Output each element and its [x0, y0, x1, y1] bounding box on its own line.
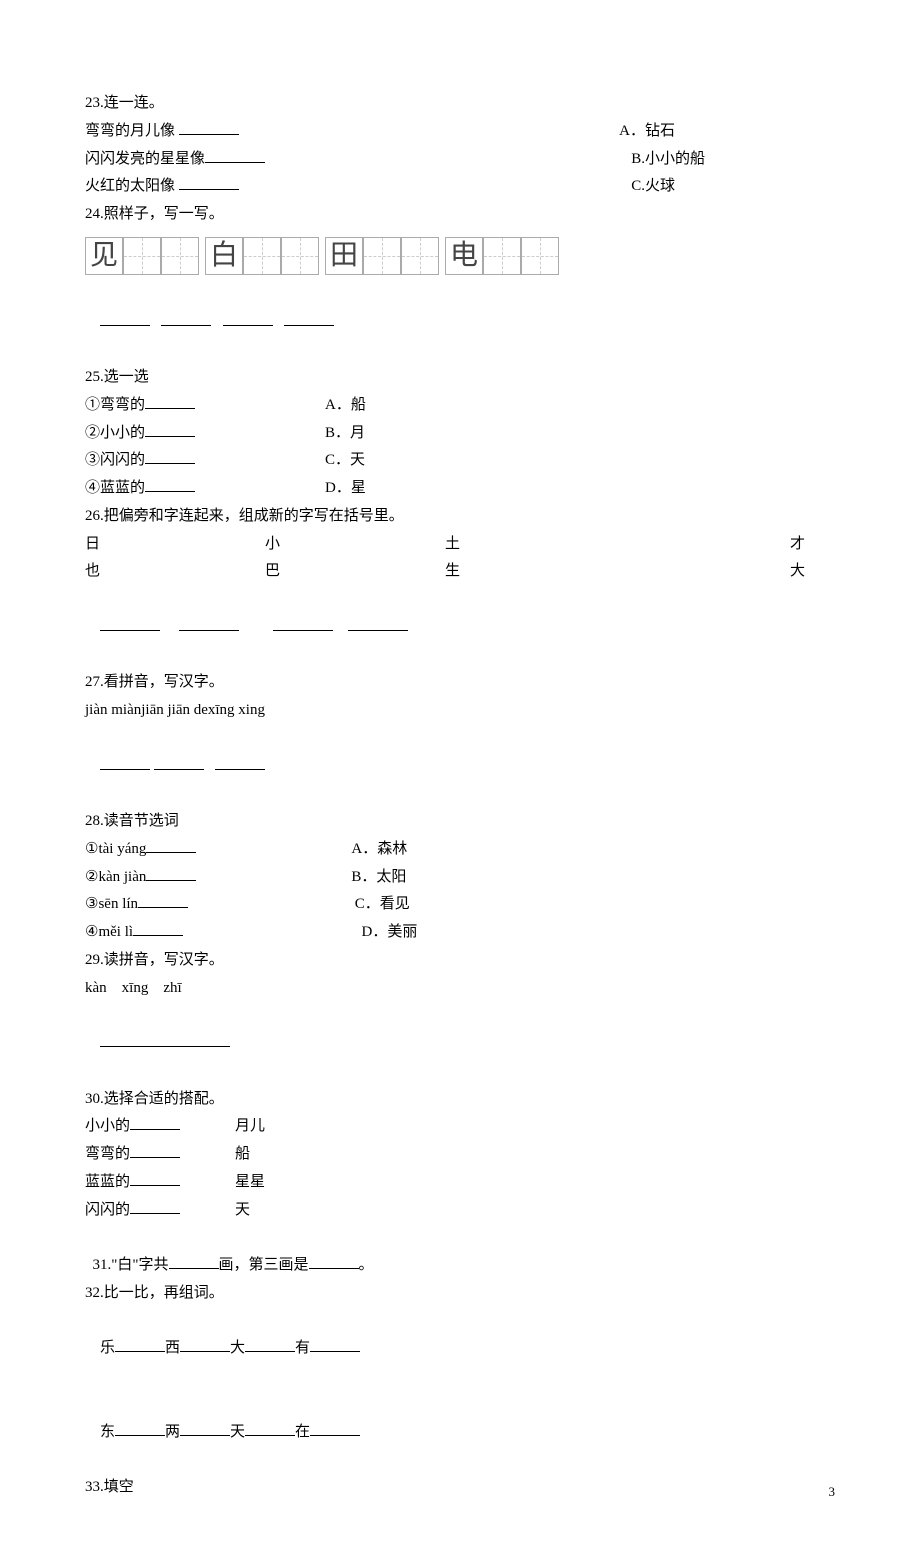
practice-cell[interactable]: [243, 237, 281, 275]
q30: 30.选择合适的搭配。 小小的月儿 弯弯的船 蓝蓝的星星 闪闪的天: [85, 1086, 835, 1225]
q26-title: 26.把偏旁和字连起来，组成新的字写在括号里。: [85, 503, 835, 531]
q23-row-0: 弯弯的月儿像 A．钻石: [85, 118, 835, 146]
q30-item-1: 弯弯的船: [85, 1141, 835, 1169]
q23-left-1: 闪闪发亮的星星像: [85, 146, 265, 174]
q29: 29.读拼音，写汉字。 kàn xīng zhī: [85, 947, 835, 1086]
q25-item-0: ①弯弯的A．船: [85, 392, 835, 420]
q23-row-2: 火红的太阳像 C.火球: [85, 173, 835, 201]
q27: 27.看拼音，写汉字。 jiàn miànjiān jiān dexīng xi…: [85, 669, 835, 808]
q30-item-2: 蓝蓝的星星: [85, 1169, 835, 1197]
q23-row-1: 闪闪发亮的星星像 B.小小的船: [85, 146, 835, 174]
q28: 28.读音节选词 ①tài yángA．森林 ②kàn jiànB．太阳 ③sē…: [85, 808, 835, 947]
q29-title: 29.读拼音，写汉字。: [85, 947, 835, 975]
q26: 26.把偏旁和字连起来，组成新的字写在括号里。 日小土才 也巴生大: [85, 503, 835, 670]
q28-item-3: ④měi lì D．美丽: [85, 919, 835, 947]
practice-cell[interactable]: [521, 237, 559, 275]
q28-title: 28.读音节选词: [85, 808, 835, 836]
practice-cell[interactable]: [483, 237, 521, 275]
q30-item-3: 闪闪的天: [85, 1197, 835, 1225]
q32: 32.比一比，再组词。 乐西大有 东两天在: [85, 1280, 835, 1474]
q26-row2: 也巴生大: [85, 558, 835, 586]
q23-right-2: C.火球: [631, 173, 835, 201]
q24-blanks: [85, 281, 835, 364]
q24: 24.照样子，写一写。 见 白 田 电: [85, 201, 835, 364]
practice-cell[interactable]: [401, 237, 439, 275]
q23-title: 23.连一连。: [85, 90, 835, 118]
q30-title: 30.选择合适的搭配。: [85, 1086, 835, 1114]
q27-pinyin: jiàn miànjiān jiān dexīng xing: [85, 697, 835, 725]
q33-title: 33.填空: [85, 1474, 835, 1502]
q23-right-0: A．钻石: [619, 118, 835, 146]
q30-item-0: 小小的月儿: [85, 1113, 835, 1141]
q29-pinyin: kàn xīng zhī: [85, 975, 835, 1003]
q23-right-1: B.小小的船: [631, 146, 835, 174]
q32-row1: 乐西大有: [85, 1308, 835, 1391]
q27-blanks: [85, 725, 835, 808]
page-number: 3: [829, 1480, 836, 1504]
q25-title: 25.选一选: [85, 364, 835, 392]
practice-cell[interactable]: [123, 237, 161, 275]
q23-left-2: 火红的太阳像: [85, 173, 239, 201]
q25: 25.选一选 ①弯弯的A．船 ②小小的B．月 ③闪闪的C．天 ④蓝蓝的D．星: [85, 364, 835, 503]
q32-title: 32.比一比，再组词。: [85, 1280, 835, 1308]
q32-row2: 东两天在: [85, 1391, 835, 1474]
q25-item-2: ③闪闪的C．天: [85, 447, 835, 475]
q23-left-0: 弯弯的月儿像: [85, 118, 239, 146]
practice-cell[interactable]: [363, 237, 401, 275]
q26-blanks: [85, 586, 835, 669]
q27-title: 27.看拼音，写汉字。: [85, 669, 835, 697]
q28-item-0: ①tài yángA．森林: [85, 836, 835, 864]
q25-item-3: ④蓝蓝的D．星: [85, 475, 835, 503]
q24-grid: 见 白 田 电: [85, 237, 835, 275]
q24-char-0: 见: [85, 237, 123, 275]
q24-char-3: 电: [445, 237, 483, 275]
q28-item-1: ②kàn jiànB．太阳: [85, 864, 835, 892]
q28-item-2: ③sēn lín C．看见: [85, 891, 835, 919]
q26-row1: 日小土才: [85, 531, 835, 559]
q25-item-1: ②小小的B．月: [85, 420, 835, 448]
practice-cell[interactable]: [281, 237, 319, 275]
q24-title: 24.照样子，写一写。: [85, 201, 835, 229]
q24-char-2: 田: [325, 237, 363, 275]
q23: 23.连一连。 弯弯的月儿像 A．钻石 闪闪发亮的星星像 B.小小的船 火红的太…: [85, 90, 835, 201]
q24-char-1: 白: [205, 237, 243, 275]
q31: 31."白"字共画，第三画是。: [85, 1224, 835, 1280]
practice-cell[interactable]: [161, 237, 199, 275]
q29-blanks: [85, 1002, 835, 1085]
